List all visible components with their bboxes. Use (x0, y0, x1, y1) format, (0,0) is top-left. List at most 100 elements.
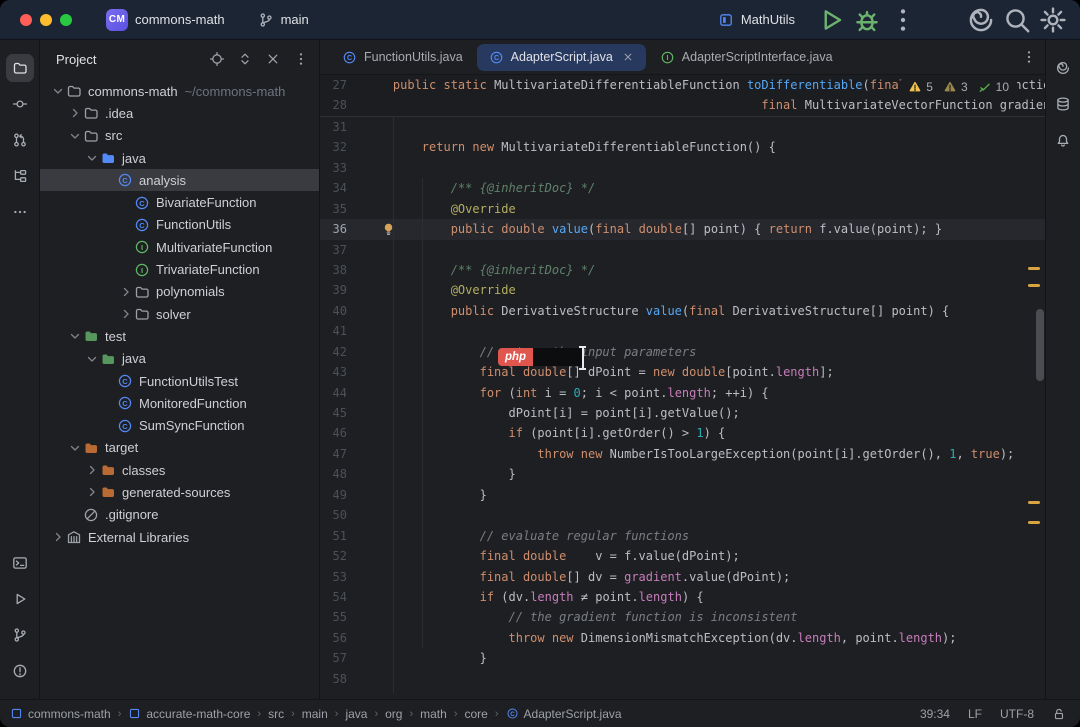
close-tab-icon[interactable] (622, 51, 634, 63)
more-actions-button[interactable] (888, 5, 918, 35)
file-encoding[interactable]: UTF-8 (1000, 707, 1034, 721)
code-line-41[interactable]: 41 (320, 321, 1045, 341)
line-number[interactable]: 39 (320, 280, 356, 300)
tool-problems-button[interactable] (6, 657, 34, 685)
code-line-56[interactable]: 56 throw new DimensionMismatchException(… (320, 628, 1045, 648)
tool-more-button[interactable] (6, 198, 34, 226)
line-number[interactable]: 32 (320, 137, 356, 157)
line-number[interactable]: 44 (320, 383, 356, 403)
code-text[interactable]: /** {@inheritDoc} */ (356, 260, 1045, 280)
code-editor[interactable]: 27 public static MultivariateDifferentia… (320, 75, 1045, 699)
code-text[interactable]: /** {@inheritDoc} */ (356, 178, 1045, 198)
tree-item-java[interactable]: java (40, 348, 319, 370)
editor-scrollbar[interactable] (1036, 309, 1044, 381)
code-line-33[interactable]: 33 (320, 158, 1045, 178)
line-number[interactable]: 54 (320, 587, 356, 607)
line-number[interactable]: 46 (320, 423, 356, 443)
code-line-34[interactable]: 34 /** {@inheritDoc} */ (320, 178, 1045, 198)
code-line-36[interactable]: 36 public double value(final double[] po… (320, 219, 1045, 239)
tool-ai-assistant-button[interactable] (1049, 54, 1077, 82)
code-text[interactable]: if (dv.length ≠ point.length) { (356, 587, 1045, 607)
run-configuration-widget[interactable]: MathUtils (710, 8, 810, 32)
line-number[interactable]: 48 (320, 464, 356, 484)
chevron-right-icon[interactable] (84, 484, 100, 500)
code-text[interactable] (356, 321, 1045, 341)
tab-functionutils-java[interactable]: CFunctionUtils.java (330, 44, 475, 71)
line-number[interactable]: 56 (320, 628, 356, 648)
tool-terminal-button[interactable] (6, 549, 34, 577)
tab-adapterscript-java[interactable]: CAdapterScript.java (477, 44, 646, 71)
code-line-52[interactable]: 52 final double v = f.value(dPoint); (320, 546, 1045, 566)
breadcrumb-main[interactable]: main (302, 707, 328, 721)
code-line-48[interactable]: 48 } (320, 464, 1045, 484)
line-number[interactable]: 51 (320, 526, 356, 546)
tree-item--gitignore[interactable]: .gitignore (40, 504, 319, 526)
line-number[interactable]: 28 (320, 95, 356, 115)
breadcrumb-math[interactable]: math (420, 707, 447, 721)
inspection-warning[interactable]: 3 (943, 80, 968, 94)
code-line-38[interactable]: 38 /** {@inheritDoc} */ (320, 260, 1045, 280)
tree-item-external-libraries[interactable]: External Libraries (40, 526, 319, 548)
error-stripe-mark[interactable] (1028, 267, 1040, 270)
project-widget[interactable]: CM commons-math (98, 5, 240, 35)
tree-item-solver[interactable]: solver (40, 303, 319, 325)
code-text[interactable] (356, 117, 1045, 137)
error-stripe-mark[interactable] (1028, 501, 1040, 504)
line-number[interactable]: 49 (320, 485, 356, 505)
vcs-branch-widget[interactable]: main (250, 8, 324, 32)
close-icon[interactable] (265, 51, 281, 67)
line-number[interactable]: 53 (320, 567, 356, 587)
tree-item-polynomials[interactable]: polynomials (40, 281, 319, 303)
tree-item--idea[interactable]: .idea (40, 102, 319, 124)
code-line-39[interactable]: 39 @Override (320, 280, 1045, 300)
line-number[interactable]: 47 (320, 444, 356, 464)
code-text[interactable]: @Override (356, 199, 1045, 219)
code-line-32[interactable]: 32 return new MultivariateDifferentiable… (320, 137, 1045, 157)
tree-item-generated-sources[interactable]: generated-sources (40, 481, 319, 503)
code-text[interactable] (356, 158, 1045, 178)
line-number[interactable]: 36 (320, 219, 356, 239)
caret-position[interactable]: 39:34 (920, 707, 950, 721)
code-line-45[interactable]: 45 dPoint[i] = point[i].getValue(); (320, 403, 1045, 423)
code-text[interactable] (356, 505, 1045, 525)
code-line-47[interactable]: 47 throw new NumberIsTooLargeException(p… (320, 444, 1045, 464)
chevron-right-icon[interactable] (84, 462, 100, 478)
code-line-53[interactable]: 53 final double[] dv = gradient.value(dP… (320, 567, 1045, 587)
line-number[interactable]: 38 (320, 260, 356, 280)
code-text[interactable] (356, 669, 1045, 689)
code-text[interactable] (356, 240, 1045, 260)
tool-commit-button[interactable] (6, 90, 34, 118)
line-number[interactable]: 55 (320, 607, 356, 627)
breadcrumb-commons-math[interactable]: commons-math (10, 707, 111, 721)
breadcrumb-adapterscript-java[interactable]: CAdapterScript.java (506, 707, 622, 721)
tab-adapterscriptinterface-java[interactable]: IAdapterScriptInterface.java (648, 44, 845, 71)
code-text[interactable]: // set up the input parameters (356, 342, 1045, 362)
ai-assistant-icon[interactable] (966, 5, 996, 35)
chevron-down-icon[interactable] (84, 351, 100, 367)
line-number[interactable]: 57 (320, 648, 356, 668)
line-number[interactable]: 43 (320, 362, 356, 382)
inspection-warning[interactable]: 5 (908, 80, 933, 94)
error-stripe-mark[interactable] (1028, 284, 1040, 287)
line-number[interactable]: 42 (320, 342, 356, 362)
code-line-50[interactable]: 50 (320, 505, 1045, 525)
chevron-down-icon[interactable] (50, 83, 66, 99)
chevron-down-icon[interactable] (67, 440, 83, 456)
inspections-widget[interactable]: 5310 (900, 78, 1017, 96)
tree-item-functionutils[interactable]: CFunctionUtils (40, 214, 319, 236)
chevron-down-icon[interactable] (67, 128, 83, 144)
breadcrumb-org[interactable]: org (385, 707, 402, 721)
tree-item-analysis[interactable]: Canalysis (40, 169, 319, 191)
tree-item-classes[interactable]: classes (40, 459, 319, 481)
code-text[interactable]: final double v = f.value(dPoint); (356, 546, 1045, 566)
locate-icon[interactable] (209, 51, 225, 67)
tool-notifications-button[interactable] (1049, 126, 1077, 154)
unlock-icon[interactable] (1052, 707, 1066, 721)
code-line-28[interactable]: 28 final MultivariateVectorFunction grad… (320, 95, 1045, 115)
line-number[interactable]: 27 (320, 75, 356, 95)
code-line-37[interactable]: 37 (320, 240, 1045, 260)
code-line-49[interactable]: 49 } (320, 485, 1045, 505)
chevron-down-icon[interactable] (67, 328, 83, 344)
code-text[interactable]: // evaluate regular functions (356, 526, 1045, 546)
line-number[interactable]: 45 (320, 403, 356, 423)
